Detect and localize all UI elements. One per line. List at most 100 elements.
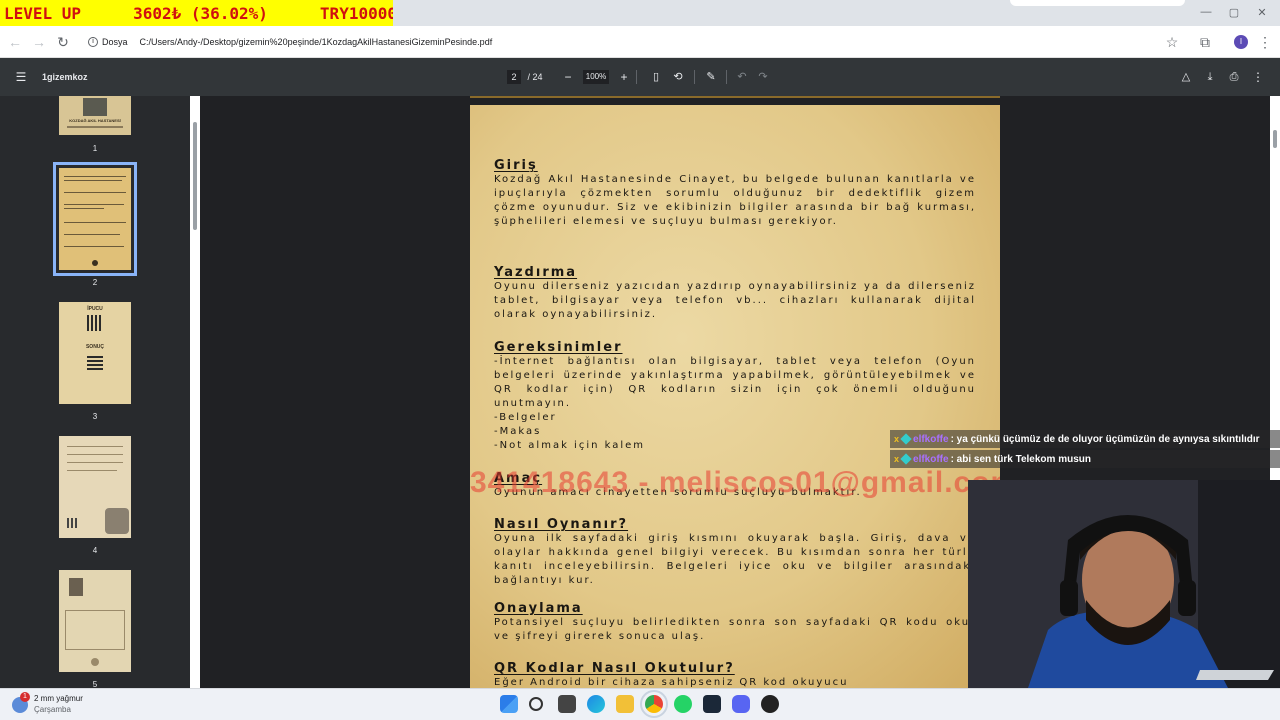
back-icon[interactable]: ← (6, 33, 24, 51)
thumbnail-page-1[interactable]: KOZDAĞ AKIL HASTANESİ (59, 96, 131, 135)
task-view-icon[interactable] (558, 695, 576, 713)
section-heading: QR Kodlar Nasıl Okutulur? (494, 661, 735, 676)
windows-taskbar (0, 688, 1280, 720)
thumbnail-line (64, 208, 104, 209)
level-up-label: LEVEL UP (4, 3, 82, 23)
qr-code-icon (67, 518, 77, 528)
thumbnail-line (64, 204, 124, 205)
undo-icon[interactable]: ↶ (735, 69, 749, 85)
info-icon: i (88, 37, 98, 47)
chat-message: x elfkoffe : abi sen türk Telekom musun (890, 450, 1280, 468)
chrome-icon[interactable] (640, 690, 668, 718)
bookmark-star-icon[interactable]: ☆ (1163, 33, 1181, 51)
section-confirmation: Onaylama Potansiyel suçluyu belirledikte… (494, 601, 976, 644)
obs-icon[interactable] (761, 695, 779, 713)
close-icon[interactable]: ✕ (1253, 6, 1271, 20)
chat-text: : ya çünkü üçümüz de de oluyor üçümüzün … (950, 433, 1260, 445)
file-explorer-icon[interactable] (616, 695, 634, 713)
zoom-in-icon[interactable]: + (617, 69, 631, 85)
edge-icon[interactable] (587, 695, 605, 713)
thumbnail-title: KOZDAĞ AKIL HASTANESİ (69, 118, 121, 123)
forward-icon[interactable]: → (30, 33, 48, 51)
zoom-out-icon[interactable]: − (561, 69, 575, 85)
page-number-input[interactable]: 2 (507, 70, 521, 84)
donation-target: TRY10000 (319, 3, 397, 23)
notification-badge: 1 (20, 692, 30, 702)
whatsapp-icon[interactable] (674, 695, 692, 713)
thumbnail-page-4[interactable] (59, 436, 131, 538)
streamer-silhouette (968, 480, 1280, 688)
drive-save-icon[interactable]: △ (1179, 69, 1193, 85)
fit-page-icon[interactable]: ▯ (649, 69, 663, 85)
thumbnail-line (67, 454, 123, 455)
section-heading: Nasıl Oynanır? (494, 517, 629, 532)
url-text: C:/Users/Andy-/Desktop/gizemin%20peşinde… (139, 37, 493, 47)
page-total: / 24 (527, 72, 543, 82)
toolbar-divider (694, 70, 695, 84)
maximize-icon[interactable]: ▢ (1225, 6, 1243, 20)
scrollbar-thumb[interactable] (1273, 130, 1277, 148)
email-watermark: 341418643 - meliscos01@gmail.com (470, 466, 1000, 499)
sidebar-scrollbar[interactable] (190, 96, 200, 688)
minimize-icon[interactable]: — (1197, 6, 1215, 20)
reload-icon[interactable]: ↻ (54, 33, 72, 51)
search-icon[interactable] (529, 697, 543, 711)
site-info-label: Dosya (102, 37, 128, 47)
download-icon[interactable]: ⤓ (1203, 69, 1217, 85)
section-printing: Yazdırma Oyunu dilerseniz yazıcıdan yazd… (494, 265, 976, 322)
badge-icon (900, 453, 912, 465)
viewer-background (200, 96, 470, 688)
section-body: Oyuna ilk sayfadaki giriş kısmını okuyar… (494, 533, 976, 586)
thumbnail-page-3[interactable]: İPUCU SONUÇ (59, 302, 131, 404)
thumbnail-page-5[interactable] (59, 570, 131, 672)
steam-icon[interactable] (703, 695, 721, 713)
thumbnail-number: 3 (92, 412, 98, 421)
extensions-icon[interactable]: ⧉ (1196, 33, 1214, 51)
thumbnail-line (67, 470, 117, 471)
sidebar-menu-icon[interactable]: ☰ (12, 69, 30, 85)
section-body: Potansiyel suçluyu belirledikten sonra s… (494, 617, 976, 642)
donation-amount: 3602₺ (36.02%) (133, 3, 268, 23)
profile-avatar[interactable]: I (1234, 35, 1248, 49)
weather-temp: 2 mm yağmur (34, 694, 83, 703)
badge-icon (900, 433, 912, 445)
thumbnail-line (64, 192, 126, 193)
section-heading: Onaylama (494, 601, 583, 616)
webcam-overlay (968, 480, 1280, 688)
zoom-input[interactable]: 100% (583, 70, 609, 84)
site-info-chip[interactable]: i Dosya (88, 37, 128, 47)
discord-icon[interactable] (732, 695, 750, 713)
print-icon[interactable]: ⎙ (1227, 69, 1241, 85)
redo-icon[interactable]: ↷ (756, 69, 770, 85)
thumbnail-line (64, 246, 124, 247)
thumbnail-mark (92, 260, 98, 266)
thumbnail-number: 4 (92, 546, 98, 555)
menu-kebab-icon[interactable]: ⋮ (1256, 33, 1274, 51)
thumbnail-image (83, 98, 107, 116)
chat-text: : abi sen türk Telekom musun (950, 453, 1091, 465)
qr-code-icon (87, 354, 103, 370)
thumbnail-line (64, 176, 126, 177)
thumbnail-line (67, 446, 123, 447)
active-tab[interactable] (1010, 0, 1185, 6)
rotate-icon[interactable]: ⟲ (671, 69, 685, 85)
thumbnail-clue-label: İPUCU (87, 306, 103, 312)
windows-start-icon[interactable] (500, 695, 518, 713)
thumbnail-page-2[interactable] (53, 162, 137, 276)
section-how-to-play: Nasıl Oynanır? Oyuna ilk sayfadaki giriş… (494, 517, 976, 588)
section-body: Kozdağ Akıl Hastanesinde Cinayet, bu bel… (494, 174, 976, 227)
thumbnail-line (67, 462, 123, 463)
stream-goal-bar: LEVEL UP 3602₺ (36.02%) TRY10000 (0, 0, 397, 26)
thumbnail-photo (105, 508, 129, 534)
section-intro: Giriş Kozdağ Akıl Hastanesinde Cinayet, … (494, 158, 976, 229)
close-chat-icon: x (894, 454, 900, 464)
scrollbar-thumb[interactable] (193, 122, 197, 230)
previous-page-edge (470, 96, 1000, 98)
url-field[interactable]: i Dosya C:/Users/Andy-/Desktop/gizemin%2… (80, 31, 1190, 53)
more-options-icon[interactable]: ⋮ (1251, 69, 1265, 85)
thumbnail-mark (91, 658, 99, 666)
chat-username: elfkoffe (913, 433, 949, 445)
section-body: Oyunu dilerseniz yazıcıdan yazdırıp oyna… (494, 281, 976, 320)
section-heading: Yazdırma (494, 265, 578, 280)
annotate-icon[interactable]: ✎ (704, 69, 718, 85)
